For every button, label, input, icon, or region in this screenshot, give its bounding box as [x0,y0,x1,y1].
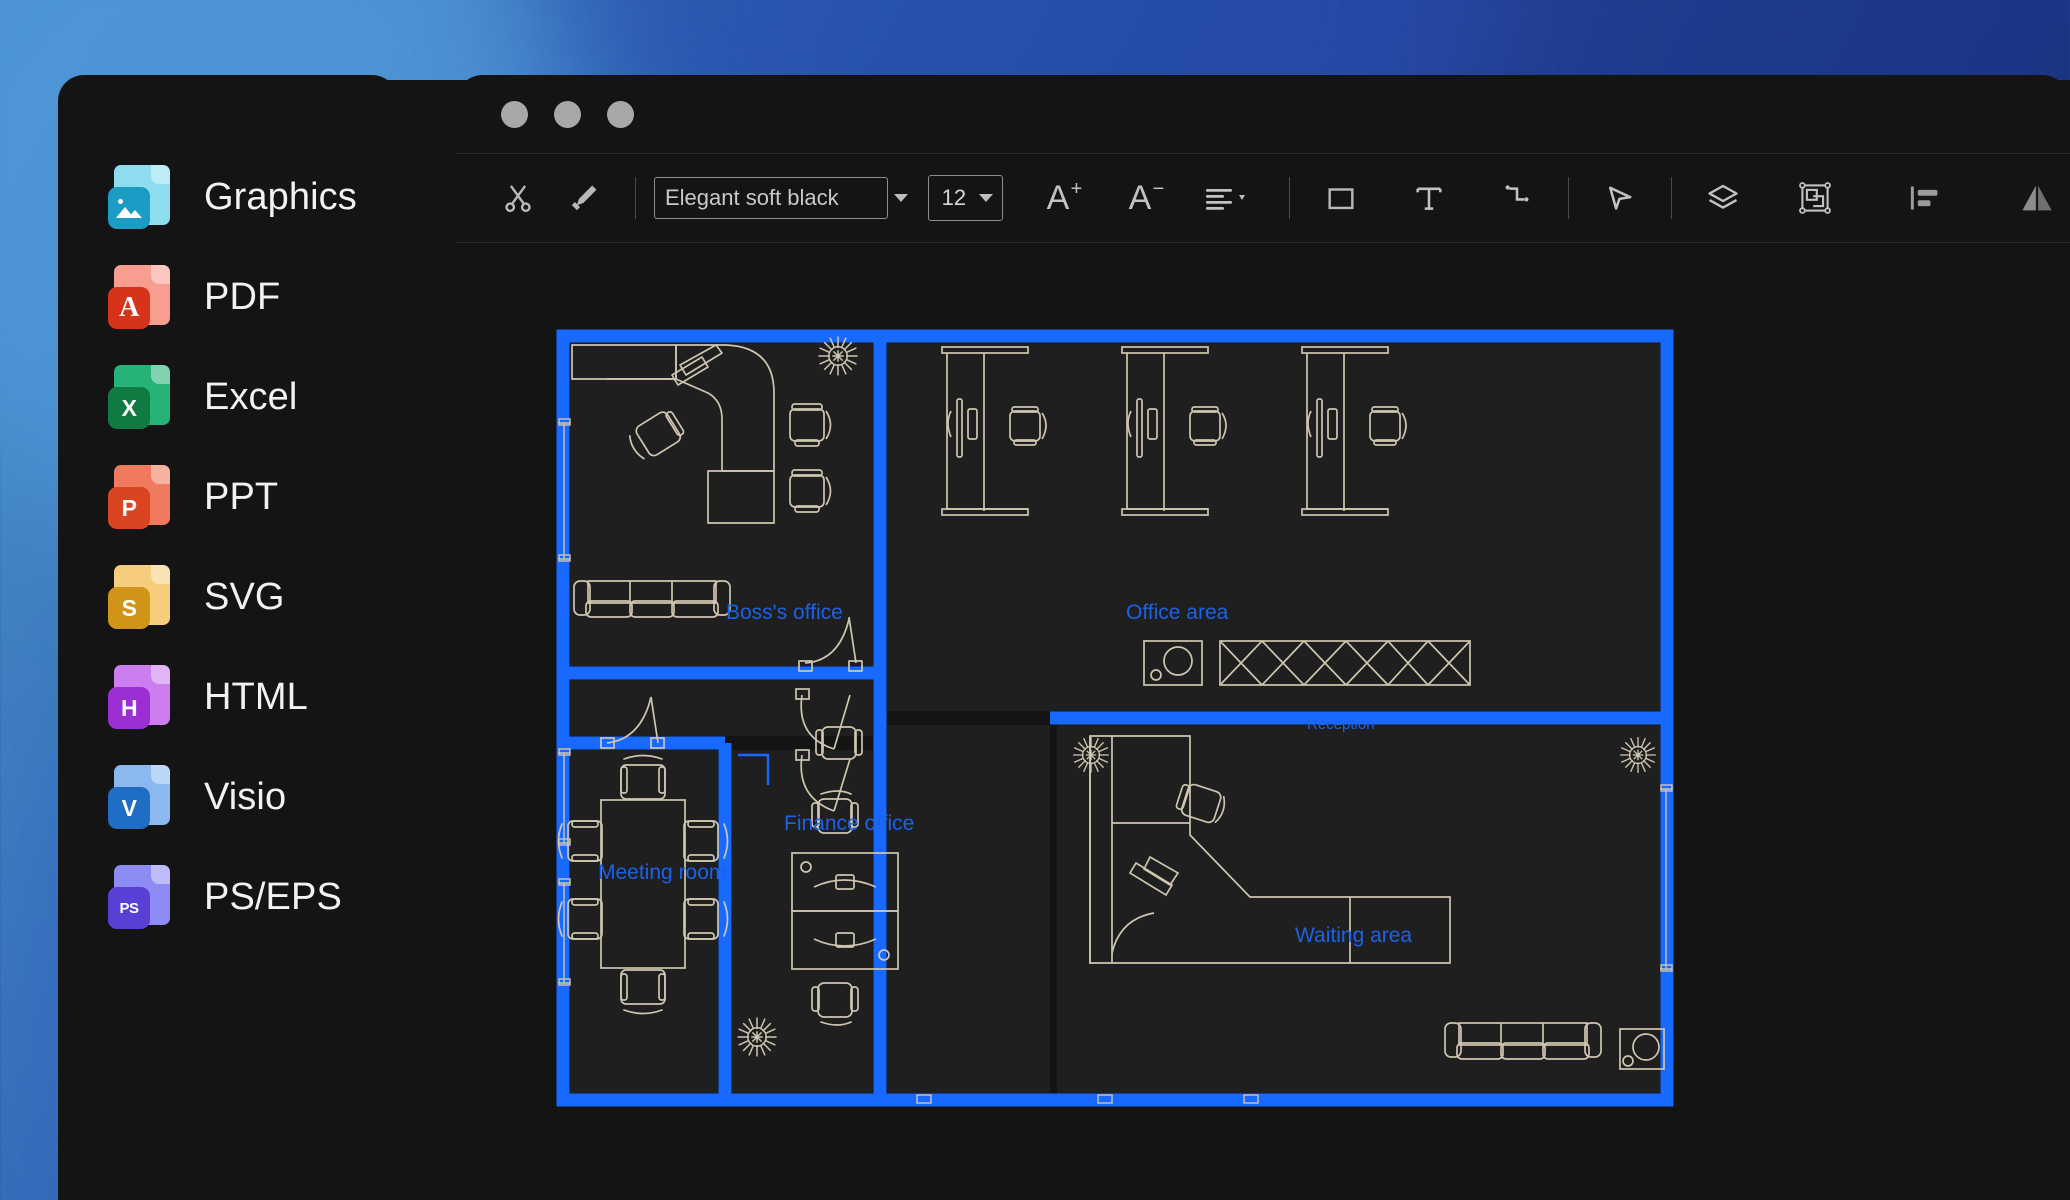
ps-file-icon: PS [108,865,170,929]
html-file-icon: H [108,665,170,729]
pdf-file-icon: A [108,265,170,329]
app-window: Elegant soft black 12 A + A − Boss's off… [455,75,2070,1200]
svg-badge-letter: S [108,587,150,629]
scissors-icon[interactable] [485,165,551,231]
text-align-icon[interactable] [1185,165,1271,231]
window-titlebar [455,75,2070,153]
sidebar-item-label: PDF [204,275,281,318]
traffic-light-group [501,101,634,128]
connector-line-icon[interactable] [1484,165,1550,231]
graphics-file-icon [108,165,170,229]
chevron-down-icon [893,194,908,202]
ps-badge-letter: PS [108,887,150,929]
html-badge-letter: H [108,687,150,729]
sidebar-item-label: Visio [204,775,287,818]
decrease-font-sup: − [1152,178,1165,200]
toolbar-separator-2 [1289,177,1290,219]
font-name-value: Elegant soft black [665,185,839,210]
toolbar-separator-3 [1568,177,1569,219]
font-size-select[interactable]: 12 [927,175,1003,221]
increase-font-sup: + [1070,178,1083,200]
increase-font-letter: A [1046,179,1070,217]
text-tool-icon[interactable] [1396,165,1462,231]
ppt-badge-letter: P [108,487,150,529]
floorplan-svg [556,329,1674,1107]
font-size-value: 12 [941,185,967,210]
visio-badge-letter: V [108,787,150,829]
sidebar-item-label: HTML [204,675,308,718]
sidebar-item-excel[interactable]: X Excel [58,347,398,447]
decrease-font-size-button[interactable]: A − [1107,165,1173,231]
format-painter-icon[interactable] [551,165,617,231]
close-dot[interactable] [501,101,528,128]
chevron-down-icon [979,194,993,202]
sidebar-item-graphics[interactable]: Graphics [58,147,398,247]
floorplan-drawing[interactable]: Boss's office Office area Reception Fina… [550,323,1680,1107]
sidebar-item-label: PS/EPS [204,875,342,918]
rectangle-shape-icon[interactable] [1308,165,1374,231]
pointer-arrow-icon[interactable] [1587,165,1653,231]
excel-badge-letter: X [108,387,150,429]
sidebar-item-html[interactable]: H HTML [58,647,398,747]
toolbar-separator-4 [1671,177,1672,219]
sidebar-item-ppt[interactable]: P PPT [58,447,398,547]
svg-file-icon: S [108,565,170,629]
align-left-icon[interactable] [1894,165,1960,231]
sidebar-item-label: Excel [204,375,298,418]
sidebar-item-label: PPT [204,475,279,518]
toolbar-separator-1 [635,177,636,219]
maximize-dot[interactable] [607,101,634,128]
sidebar-item-svg[interactable]: S SVG [58,547,398,647]
excel-file-icon: X [108,365,170,429]
sidebar-item-pdf[interactable]: A PDF [58,247,398,347]
flip-horizontal-icon[interactable] [2004,165,2070,231]
sidebar-item-visio[interactable]: V Visio [58,747,398,847]
font-name-dropdown-arrow[interactable] [888,177,914,219]
decrease-font-letter: A [1128,179,1152,217]
sidebar-item-label: Graphics [204,175,357,218]
file-type-sidebar: Graphics A PDF X Excel P PPT S SVG H HTM… [58,75,398,1200]
drawing-canvas[interactable]: Boss's office Office area Reception Fina… [455,243,2070,1200]
formatting-toolbar: Elegant soft black 12 A + A − [455,154,2070,242]
sidebar-item-label: SVG [204,575,285,618]
visio-file-icon: V [108,765,170,829]
font-name-input[interactable]: Elegant soft black [654,177,888,219]
increase-font-size-button[interactable]: A + [1025,165,1091,231]
sidebar-item-ps-eps[interactable]: PS PS/EPS [58,847,398,947]
ppt-file-icon: P [108,465,170,529]
group-objects-icon[interactable] [1782,165,1848,231]
minimize-dot[interactable] [554,101,581,128]
layers-icon[interactable] [1690,165,1756,231]
